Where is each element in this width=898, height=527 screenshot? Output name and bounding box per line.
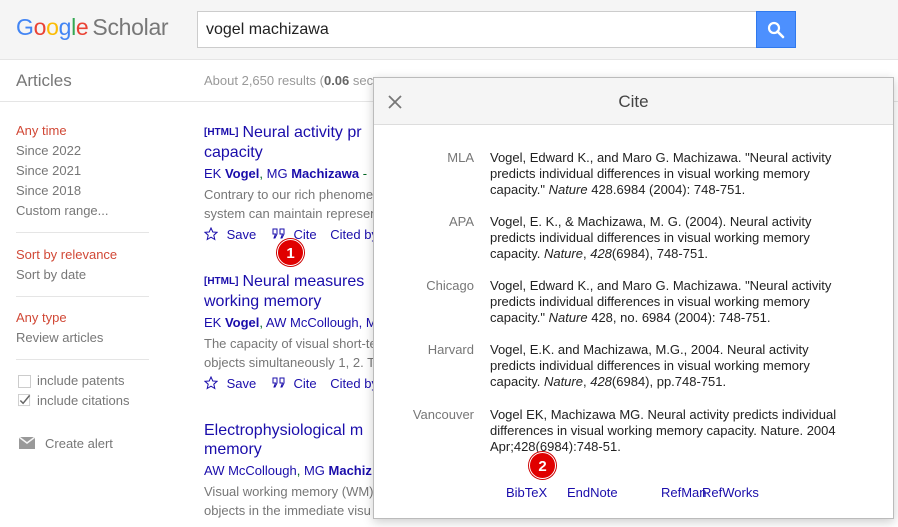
citation-style-harvard: Harvard bbox=[427, 342, 474, 357]
cited-by-link[interactable]: Cited by bbox=[330, 376, 378, 391]
export-refman-link[interactable]: RefMan bbox=[661, 485, 707, 500]
filter-since-2022[interactable]: Since 2022 bbox=[16, 143, 81, 158]
result-authors-3: AW McCollough, MG Machiz bbox=[204, 463, 372, 478]
results-count: About 2,650 results (0.06 sec bbox=[204, 73, 374, 88]
step-marker-1: 1 bbox=[277, 239, 304, 266]
result-title-2-cont[interactable]: working memory bbox=[204, 292, 321, 312]
search-button[interactable] bbox=[756, 11, 796, 48]
dialog-header: Cite bbox=[374, 78, 893, 125]
filter-since-2018[interactable]: Since 2018 bbox=[16, 183, 81, 198]
sort-by-relevance[interactable]: Sort by relevance bbox=[16, 247, 117, 262]
citation-style-apa: APA bbox=[448, 214, 474, 229]
envelope-icon bbox=[19, 437, 35, 449]
citation-vancouver[interactable]: Vogel EK, Machizawa MG. Neural activity … bbox=[490, 407, 846, 455]
result-snippet-1-cont: system can maintain represen bbox=[204, 206, 378, 221]
result-title-3-cont[interactable]: memory bbox=[204, 440, 262, 460]
citation-style-chicago: Chicago bbox=[426, 278, 474, 293]
dialog-title: Cite bbox=[618, 92, 649, 111]
result-title-3[interactable]: Electrophysiological m bbox=[204, 421, 363, 441]
citation-harvard[interactable]: Vogel, E.K. and Machizawa, M.G., 2004. N… bbox=[490, 342, 846, 390]
citation-chicago[interactable]: Vogel, Edward K., and Maro G. Machizawa.… bbox=[490, 278, 846, 326]
export-endnote-link[interactable]: EndNote bbox=[567, 485, 618, 500]
include-patents-checkbox[interactable] bbox=[18, 375, 31, 388]
cite-dialog: Cite MLA Vogel, Edward K., and Maro G. M… bbox=[373, 77, 894, 519]
search-input[interactable]: vogel machizawa bbox=[197, 11, 757, 48]
sidebar-divider bbox=[16, 359, 149, 360]
export-refworks-link[interactable]: RefWorks bbox=[702, 485, 759, 500]
star-icon[interactable] bbox=[203, 375, 219, 390]
result-authors-1: EK Vogel, MG Machizawa - bbox=[204, 166, 368, 181]
filter-custom-range[interactable]: Custom range... bbox=[16, 203, 109, 218]
filter-review-articles[interactable]: Review articles bbox=[16, 330, 103, 345]
filter-any-time[interactable]: Any time bbox=[16, 123, 67, 138]
quote-icon[interactable] bbox=[272, 377, 286, 389]
filter-any-type[interactable]: Any type bbox=[16, 310, 67, 325]
sidebar-divider bbox=[16, 232, 149, 233]
result-snippet-2-cont: objects simultaneously 1, 2. T bbox=[204, 355, 376, 370]
result-snippet-3: Visual working memory (WM) bbox=[204, 484, 374, 499]
scholar-page: Google Scholar vogel machizawa Articles A… bbox=[0, 0, 898, 527]
result-title-1-cont[interactable]: capacity bbox=[204, 143, 263, 163]
export-bibtex-link[interactable]: BibTeX bbox=[506, 485, 547, 500]
google-scholar-logo[interactable]: Google Scholar bbox=[16, 14, 169, 41]
result-snippet-3-cont: objects in the immediate visu bbox=[204, 503, 371, 518]
search-icon bbox=[767, 21, 785, 38]
citation-mla[interactable]: Vogel, Edward K., and Maro G. Machizawa.… bbox=[490, 150, 846, 198]
result-snippet-2: The capacity of visual short-te bbox=[204, 336, 377, 351]
step-marker-2: 2 bbox=[529, 452, 556, 479]
star-icon[interactable] bbox=[203, 226, 219, 241]
include-citations-label[interactable]: include citations bbox=[37, 393, 130, 408]
cite-link[interactable]: Cite bbox=[294, 376, 317, 391]
save-link[interactable]: Save bbox=[227, 227, 257, 242]
citation-style-mla: MLA bbox=[447, 150, 474, 165]
include-patents-label[interactable]: include patents bbox=[37, 373, 124, 388]
result-title-2[interactable]: [HTML] Neural measures bbox=[204, 272, 364, 292]
sort-by-date[interactable]: Sort by date bbox=[16, 267, 86, 282]
result-title-1[interactable]: [HTML] Neural activity pr bbox=[204, 123, 362, 143]
result-snippet-1: Contrary to our rich phenome bbox=[204, 187, 374, 202]
save-link[interactable]: Save bbox=[227, 376, 257, 391]
filter-since-2021[interactable]: Since 2021 bbox=[16, 163, 81, 178]
quote-icon[interactable] bbox=[272, 228, 286, 240]
cited-by-link[interactable]: Cited by bbox=[330, 227, 378, 242]
sidebar-divider bbox=[16, 296, 149, 297]
citation-style-vancouver: Vancouver bbox=[412, 407, 474, 422]
include-citations-checkbox[interactable] bbox=[18, 394, 31, 407]
result-authors-2: EK Vogel, AW McCollough, M bbox=[204, 315, 377, 330]
create-alert-link[interactable]: Create alert bbox=[45, 436, 113, 451]
section-label: Articles bbox=[16, 71, 72, 90]
result-actions-2: Save Cite Cited by bbox=[203, 375, 378, 391]
citation-apa[interactable]: Vogel, E. K., & Machizawa, M. G. (2004).… bbox=[490, 214, 846, 262]
